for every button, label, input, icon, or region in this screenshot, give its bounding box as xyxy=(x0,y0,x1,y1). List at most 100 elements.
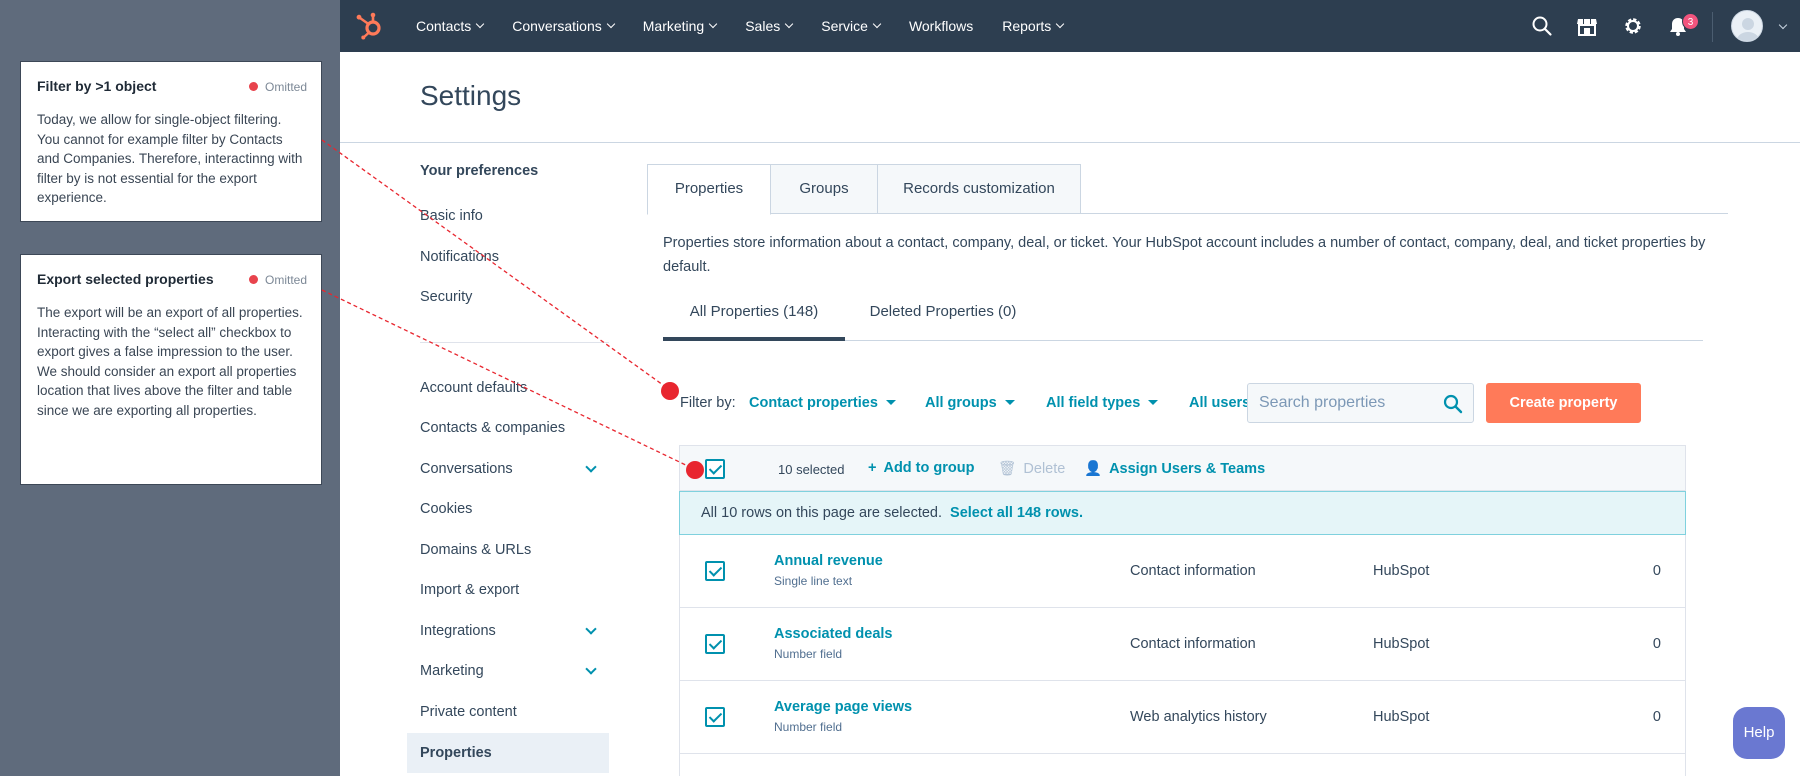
property-name-link[interactable]: Associated deals xyxy=(774,626,892,642)
nav-item-marketing[interactable]: Marketing xyxy=(643,18,718,34)
sidebar-item-account-defaults[interactable]: Account defaults xyxy=(407,368,609,408)
add-to-group-button[interactable]: + Add to group xyxy=(868,460,974,476)
property-type: Number field xyxy=(774,647,843,661)
select-all-rows-link[interactable]: Select all 148 rows. xyxy=(950,505,1083,521)
chevron-down-icon xyxy=(585,663,597,675)
chevron-down-icon xyxy=(585,461,597,473)
avatar[interactable] xyxy=(1731,10,1763,42)
plus-icon: + xyxy=(868,460,877,476)
menu-divider xyxy=(420,342,609,343)
tab-groups[interactable]: Groups xyxy=(770,164,878,214)
annotation-body: Today, we allow for single-object filter… xyxy=(37,112,303,205)
nav-menu: Contacts Conversations Marketing Sales S… xyxy=(416,0,1092,52)
sidebar-item-notifications[interactable]: Notifications xyxy=(407,237,609,277)
subtab-bar: All Properties (148) Deleted Properties … xyxy=(663,291,1703,341)
property-type: Number field xyxy=(774,720,843,734)
sidebar-item-import-export[interactable]: Import & export xyxy=(407,570,609,610)
search-properties-box xyxy=(1247,383,1474,423)
sidebar-item-security[interactable]: Security xyxy=(407,277,609,317)
assign-users-teams-button[interactable]: 👤 Assign Users & Teams xyxy=(1084,460,1265,477)
notification-badge: 3 xyxy=(1682,13,1699,30)
table-row: Annual revenue Single line text Contact … xyxy=(679,535,1686,608)
nav-item-service[interactable]: Service xyxy=(821,18,882,34)
property-used-in: 0 xyxy=(1652,709,1661,725)
bulk-actions-bar: 10 selected + Add to group 🗑 Delete 👤 Assig… xyxy=(679,445,1686,491)
table-row: Associated deals Number field Contact in… xyxy=(679,608,1686,681)
property-created-by: HubSpot xyxy=(1373,636,1430,652)
sidebar-item-domains-urls[interactable]: Domains & URLs xyxy=(407,530,609,570)
hubspot-logo-icon[interactable] xyxy=(354,11,384,41)
annotation-marker-filter xyxy=(661,382,679,400)
tab-records-customization[interactable]: Records customization xyxy=(877,164,1081,214)
help-button[interactable]: Help xyxy=(1733,707,1785,759)
properties-description: Properties store information about a con… xyxy=(663,235,1706,275)
nav-item-reports[interactable]: Reports xyxy=(1002,18,1065,34)
caret-down-icon xyxy=(885,400,896,405)
nav-item-conversations[interactable]: Conversations xyxy=(512,18,615,34)
table-row xyxy=(679,754,1686,776)
row-checkbox[interactable] xyxy=(705,707,725,727)
create-property-button[interactable]: Create property xyxy=(1486,383,1641,423)
annotation-note-export: Export selected properties Omitted The e… xyxy=(20,254,322,485)
subtab-all-properties[interactable]: All Properties (148) xyxy=(663,291,845,341)
select-all-checkbox[interactable] xyxy=(705,459,725,479)
selection-banner: All 10 rows on this page are selected. S… xyxy=(679,491,1686,535)
chevron-down-icon xyxy=(708,19,718,29)
chevron-down-icon xyxy=(1056,19,1065,29)
property-group: Contact information xyxy=(1130,563,1256,579)
search-input[interactable] xyxy=(1248,384,1428,422)
status-dot-icon xyxy=(248,82,258,92)
sidebar-item-basic-info[interactable]: Basic info xyxy=(407,196,609,236)
sidebar-item-properties[interactable]: Properties xyxy=(407,733,609,773)
trash-icon: 🗑 xyxy=(998,461,1017,477)
nav-divider xyxy=(1712,12,1713,42)
marketplace-icon[interactable] xyxy=(1576,15,1598,37)
top-navigation: Contacts Conversations Marketing Sales S… xyxy=(340,0,1800,52)
nav-item-contacts[interactable]: Contacts xyxy=(416,18,485,34)
settings-header: Settings xyxy=(340,52,1800,143)
chevron-down-icon xyxy=(585,623,597,635)
property-type: Single line text xyxy=(774,574,853,588)
property-created-by: HubSpot xyxy=(1373,709,1430,725)
annotation-marker-export xyxy=(686,461,704,479)
search-icon[interactable] xyxy=(1531,15,1553,37)
nav-item-sales[interactable]: Sales xyxy=(745,18,794,34)
sidebar-item-private-content[interactable]: Private content xyxy=(407,692,609,732)
sidebar-item-cookies[interactable]: Cookies xyxy=(407,489,609,529)
search-icon[interactable] xyxy=(1443,394,1463,414)
gear-icon[interactable] xyxy=(1622,15,1644,37)
caret-down-icon xyxy=(1004,400,1015,405)
delete-button[interactable]: 🗑 Delete xyxy=(998,460,1065,477)
sidebar-item-contacts-companies[interactable]: Contacts & companies xyxy=(407,408,609,448)
property-name-link[interactable]: Average page views xyxy=(774,699,912,715)
chevron-down-icon xyxy=(476,19,485,29)
annotation-body: The export will be an export of all prop… xyxy=(37,305,303,418)
annotation-panel: Filter by >1 object Omitted Today, we al… xyxy=(0,0,340,776)
sidebar-item-conversations[interactable]: Conversations xyxy=(407,449,609,489)
user-avatar-icon xyxy=(1737,18,1759,41)
field-types-filter-dropdown[interactable]: All field types xyxy=(1046,395,1159,411)
sidebar-item-marketing[interactable]: Marketing xyxy=(407,651,609,691)
property-used-in: 0 xyxy=(1652,563,1661,579)
sidebar-item-integrations[interactable]: Integrations xyxy=(407,611,609,651)
selected-count: 10 selected xyxy=(778,462,845,477)
tab-properties[interactable]: Properties xyxy=(647,164,771,215)
subtab-deleted-properties[interactable]: Deleted Properties (0) xyxy=(857,291,1029,341)
user-icon: 👤 xyxy=(1084,461,1103,477)
row-checkbox[interactable] xyxy=(705,634,725,654)
status-dot-icon xyxy=(248,275,258,285)
menu-section-title: Your preferences xyxy=(420,163,539,179)
hubspot-app: Contacts Conversations Marketing Sales S… xyxy=(340,0,1800,776)
table-row: Average page views Number field Web anal… xyxy=(679,681,1686,754)
chevron-down-icon xyxy=(872,19,882,29)
property-group: Contact information xyxy=(1130,636,1256,652)
property-created-by: HubSpot xyxy=(1373,563,1430,579)
object-filter-dropdown[interactable]: Contact properties xyxy=(749,395,896,411)
property-used-in: 0 xyxy=(1652,636,1661,652)
page-title: Settings xyxy=(420,80,522,111)
chevron-down-icon[interactable] xyxy=(1778,20,1788,30)
nav-item-workflows[interactable]: Workflows xyxy=(909,18,973,34)
property-name-link[interactable]: Annual revenue xyxy=(774,553,883,569)
groups-filter-dropdown[interactable]: All groups xyxy=(925,395,1015,411)
row-checkbox[interactable] xyxy=(705,561,725,581)
